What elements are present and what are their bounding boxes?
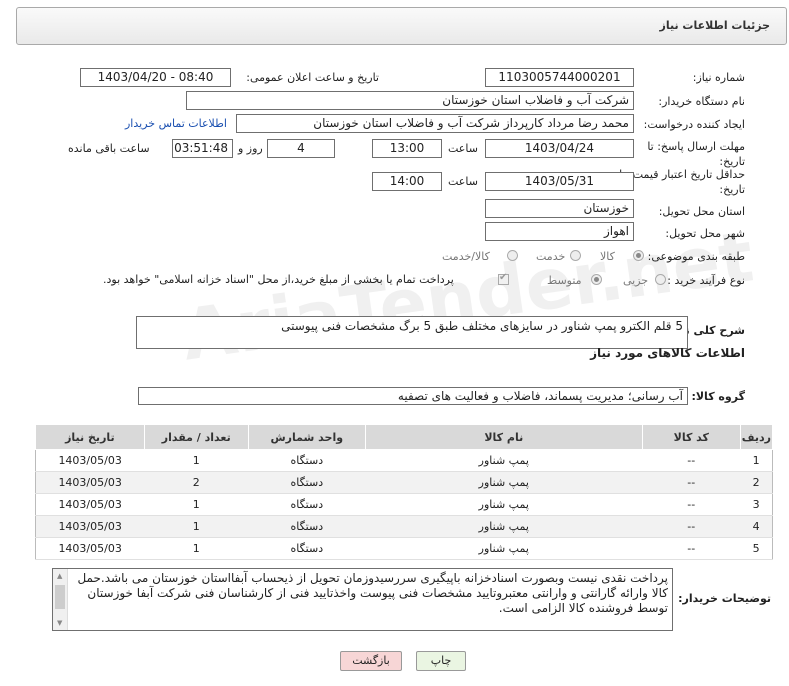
- cell-code: --: [642, 471, 741, 494]
- scroll-up-icon[interactable]: ▲: [57, 572, 62, 580]
- need-number-field: 1103005744000201: [485, 68, 634, 87]
- process-label: نوع فرآیند خرید :: [667, 274, 745, 287]
- cell-row: 4: [740, 515, 773, 538]
- creator-field: محمد رضا مرداد کارپرداز شرکت آب و فاضلاب…: [236, 114, 634, 133]
- process-option-minor: جزیی: [623, 274, 649, 287]
- price-time-label: ساعت: [448, 175, 478, 188]
- cell-date: 1403/05/03: [35, 449, 145, 472]
- cell-unit: دستگاه: [248, 449, 366, 472]
- days-field: 4: [267, 139, 335, 158]
- cell-date: 1403/05/03: [35, 515, 145, 538]
- price-time-field: 14:00: [372, 172, 442, 191]
- cell-row: 5: [740, 537, 773, 560]
- cell-quantity: 1: [144, 515, 249, 538]
- category-label: طبقه بندی موضوعی:: [647, 250, 745, 263]
- cell-quantity: 1: [144, 493, 249, 516]
- cell-quantity: 1: [144, 449, 249, 472]
- col-code: کد کالا: [641, 424, 741, 450]
- remaining-time-field: 03:51:48: [172, 139, 233, 158]
- cell-date: 1403/05/03: [35, 493, 145, 516]
- cell-date: 1403/05/03: [35, 537, 145, 560]
- table-header-row: ردیف کد کالا نام کالا واحد شمارش تعداد /…: [35, 424, 774, 450]
- buyer-org-label: نام دستگاه خریدار:: [658, 95, 745, 108]
- cell-name: پمپ شناور: [365, 449, 643, 472]
- cell-name: پمپ شناور: [365, 471, 643, 494]
- cell-row: 1: [740, 449, 773, 472]
- price-validity-label: حداقل تاریخ اعتبار قیمت: تا تاریخ:: [619, 168, 745, 196]
- category-option-goods-service: کالا/خدمت: [442, 250, 490, 263]
- cell-quantity: 1: [144, 537, 249, 560]
- table-row: 3 -- پمپ شناور دستگاه 1 1403/05/03: [35, 493, 773, 516]
- notes-scrollbar[interactable]: ▲ ▼: [53, 569, 68, 630]
- province-field: خوزستان: [485, 199, 634, 218]
- cell-code: --: [642, 449, 741, 472]
- treasury-payment-checkbox[interactable]: [498, 272, 509, 285]
- process-radio-medium[interactable]: [591, 274, 602, 285]
- cell-name: پمپ شناور: [365, 493, 643, 516]
- cell-date: 1403/05/03: [35, 471, 145, 494]
- summary-text: 5 قلم الکترو پمپ شناور در سایزهای مختلف …: [136, 316, 688, 349]
- category-radio-service[interactable]: [570, 250, 581, 261]
- print-button[interactable]: چاپ: [416, 651, 466, 671]
- reply-time-label: ساعت: [448, 142, 478, 155]
- col-date: تاریخ نیاز: [35, 424, 145, 450]
- cell-name: پمپ شناور: [365, 537, 643, 560]
- province-label: استان محل تحویل:: [658, 205, 745, 218]
- announce-label: تاریخ و ساعت اعلان عمومی:: [246, 71, 379, 84]
- cell-code: --: [642, 537, 741, 560]
- process-radio-minor[interactable]: [655, 274, 666, 285]
- header-panel: جزئیات اطلاعات نیاز: [16, 7, 787, 45]
- creator-label: ایجاد کننده درخواست:: [643, 118, 745, 131]
- table-row: 5 -- پمپ شناور دستگاه 1 1403/05/03: [35, 537, 773, 560]
- city-label: شهر محل تحویل:: [665, 227, 745, 240]
- table-row: 4 -- پمپ شناور دستگاه 1 1403/05/03: [35, 515, 773, 538]
- treasury-payment-note: پرداخت تمام یا بخشی از مبلغ خرید،از محل …: [103, 273, 454, 286]
- goods-group-field: آب رسانی؛ مدیریت پسماند، فاضلاب و فعالیت…: [138, 387, 688, 405]
- category-radio-goods[interactable]: [633, 250, 644, 261]
- table-row: 1 -- پمپ شناور دستگاه 1 1403/05/03: [35, 449, 773, 472]
- buyer-notes-label: توضیحات خریدار:: [678, 592, 771, 605]
- buyer-contact-link[interactable]: اطلاعات تماس خریدار: [125, 117, 227, 130]
- col-name: نام کالا: [364, 424, 643, 450]
- cell-unit: دستگاه: [248, 515, 366, 538]
- announce-field: 1403/04/20 - 08:40: [80, 68, 231, 87]
- days-and-label: روز و: [238, 142, 263, 155]
- cell-row: 2: [740, 471, 773, 494]
- category-radio-goods-service[interactable]: [507, 250, 518, 261]
- goods-group-label: گروه کالا:: [691, 390, 745, 403]
- city-field: اهواز: [485, 222, 634, 241]
- col-unit: واحد شمارش: [247, 424, 366, 450]
- items-table: ردیف کد کالا نام کالا واحد شمارش تعداد /…: [35, 424, 774, 560]
- page-title: جزئیات اطلاعات نیاز: [659, 19, 771, 32]
- price-date-field: 1403/05/31: [485, 172, 634, 191]
- cell-quantity: 2: [144, 471, 249, 494]
- scroll-down-icon[interactable]: ▼: [57, 619, 62, 627]
- buyer-notes-text: پرداخت نقدی نیست وبصورت اسنادخزانه باپیگ…: [52, 568, 673, 631]
- col-quantity: تعداد / مقدار: [143, 424, 249, 450]
- cell-row: 3: [740, 493, 773, 516]
- reply-date-field: 1403/04/24: [485, 139, 634, 158]
- remaining-label: ساعت باقی مانده: [68, 142, 150, 155]
- need-number-label: شماره نیاز:: [692, 71, 745, 84]
- cell-code: --: [642, 515, 741, 538]
- reply-time-field: 13:00: [372, 139, 442, 158]
- goods-section-title: اطلاعات کالاهای مورد نیاز: [590, 346, 745, 360]
- back-button[interactable]: بازگشت: [340, 651, 402, 671]
- table-row: 2 -- پمپ شناور دستگاه 2 1403/05/03: [35, 471, 773, 494]
- cell-code: --: [642, 493, 741, 516]
- cell-name: پمپ شناور: [365, 515, 643, 538]
- reply-deadline-label: مهلت ارسال پاسخ: تا تاریخ:: [647, 140, 745, 168]
- cell-unit: دستگاه: [248, 471, 366, 494]
- category-option-goods: کالا: [600, 250, 615, 263]
- process-option-medium: متوسط: [547, 274, 582, 287]
- buyer-org-field: شرکت آب و فاضلاب استان خوزستان: [186, 91, 634, 110]
- cell-unit: دستگاه: [248, 537, 366, 560]
- scroll-thumb[interactable]: [55, 585, 65, 609]
- category-option-service: خدمت: [536, 250, 566, 263]
- col-row: ردیف: [739, 424, 774, 450]
- cell-unit: دستگاه: [248, 493, 366, 516]
